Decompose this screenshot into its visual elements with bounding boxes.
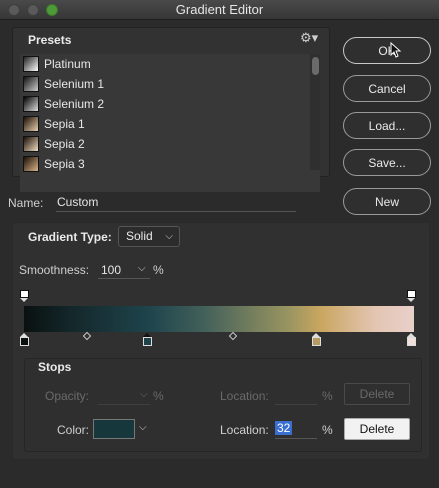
preset-swatch [23, 136, 39, 152]
preset-item-selenium-1[interactable]: Selenium 1 [20, 74, 320, 94]
color-stop[interactable] [312, 333, 321, 347]
color-location-label: Location: [220, 423, 269, 437]
preset-label: Selenium 1 [44, 77, 105, 91]
color-stop-swatch [407, 337, 416, 346]
preset-swatch [23, 116, 39, 132]
smoothness-label: Smoothness: [19, 263, 90, 277]
preset-label: Sepia 2 [44, 137, 85, 151]
preset-scrollbar[interactable] [310, 54, 320, 170]
stops-label: Stops [38, 360, 72, 374]
opacity-location-label: Location: [220, 389, 269, 403]
color-stop[interactable] [20, 333, 29, 347]
color-stop-swatch [143, 337, 152, 346]
preset-item-selenium-2[interactable]: Selenium 2 [20, 94, 320, 114]
gear-icon[interactable]: ⚙▾ [300, 30, 318, 46]
window-title: Gradient Editor [175, 2, 264, 17]
chevron-down-icon[interactable]: ⌵ [138, 263, 146, 274]
color-stop-swatch [312, 337, 321, 346]
title-bar: Gradient Editor [0, 0, 439, 20]
opacity-unit: % [153, 389, 164, 403]
preset-label: Sepia 1 [44, 117, 85, 131]
gradient-type-value: Solid [126, 229, 153, 243]
new-button[interactable]: New [343, 188, 431, 215]
color-location-field[interactable]: 32 [275, 421, 317, 439]
preset-swatch [23, 56, 39, 72]
opacity-location-unit: % [322, 389, 333, 403]
chevron-down-icon[interactable]: ⌵ [139, 422, 147, 433]
color-location-value: 32 [275, 421, 293, 435]
opacity-location-field[interactable] [275, 388, 317, 405]
preset-list: Platinum Selenium 1 Selenium 2 Sepia 1 S… [20, 54, 320, 192]
load-button[interactable]: Load... [343, 112, 431, 139]
preset-label: Selenium 2 [44, 97, 105, 111]
chevron-down-icon: ⌵ [140, 389, 148, 400]
color-stop-selected[interactable] [143, 333, 152, 347]
preset-swatch [23, 156, 39, 172]
gradient-preview-bar[interactable] [24, 306, 414, 332]
ok-button[interactable]: OK [343, 37, 431, 64]
delete-opacity-stop-button[interactable]: Delete [344, 383, 410, 405]
chevron-down-icon: ⌵ [165, 231, 173, 242]
opacity-label: Opacity: [45, 389, 90, 403]
gradient-type-label: Gradient Type: [28, 230, 112, 244]
preset-item-sepia-2[interactable]: Sepia 2 [20, 134, 320, 154]
preset-item-sepia-3[interactable]: Sepia 3 [20, 154, 320, 174]
opacity-stop-marker [407, 290, 416, 298]
name-label: Name: [8, 196, 44, 210]
color-label: Color: [57, 423, 90, 437]
preset-item-sepia-1[interactable]: Sepia 1 [20, 114, 320, 134]
opacity-stop-marker [20, 290, 29, 298]
cancel-button[interactable]: Cancel [343, 75, 431, 102]
presets-label: Presets [28, 33, 72, 47]
opacity-stop-left[interactable] [20, 290, 29, 303]
preset-swatch [23, 76, 39, 92]
name-field[interactable]: Custom [56, 193, 296, 212]
opacity-stop-pointer [20, 298, 28, 302]
color-location-unit: % [322, 423, 333, 437]
opacity-stop-pointer [407, 298, 415, 302]
preset-swatch [23, 96, 39, 112]
preset-item-platinum[interactable]: Platinum [20, 54, 320, 74]
color-stop[interactable] [407, 333, 416, 347]
preset-label: Sepia 3 [44, 157, 85, 171]
delete-color-stop-button[interactable]: Delete [344, 418, 410, 440]
opacity-stop-right[interactable] [407, 290, 416, 303]
mouse-pointer-icon [390, 42, 402, 58]
gradient-type-select[interactable]: Solid ⌵ [118, 226, 180, 247]
preset-label: Platinum [44, 57, 91, 71]
save-button[interactable]: Save... [343, 149, 431, 176]
color-swatch[interactable] [93, 419, 135, 439]
smoothness-unit: % [153, 263, 164, 277]
color-stop-swatch [20, 337, 29, 346]
scroll-thumb[interactable] [312, 57, 319, 75]
